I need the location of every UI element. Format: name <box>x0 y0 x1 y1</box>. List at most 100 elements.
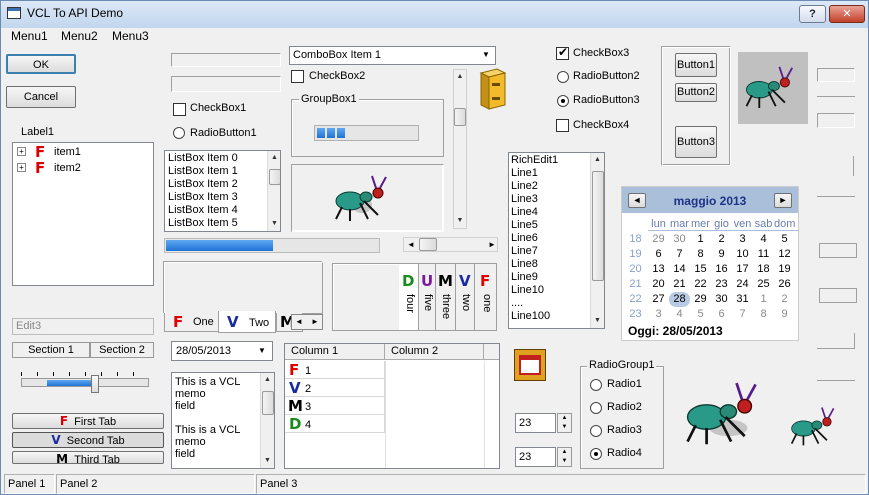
list-item[interactable]: ListBox Item 5 <box>165 217 267 230</box>
calendar-day[interactable]: 31 <box>732 292 753 307</box>
calendar-day[interactable]: 4 <box>669 307 690 322</box>
list-item[interactable]: ListBox Item 4 <box>165 204 267 217</box>
radiogroup-radio4[interactable] <box>590 448 602 460</box>
list-item[interactable]: ListBox Item 1 <box>165 165 267 178</box>
edit3-field[interactable]: Edit3 <box>12 318 154 335</box>
calendar-day[interactable]: 24 <box>732 277 753 292</box>
trackbar-thumb[interactable] <box>91 375 99 393</box>
side-tab-four[interactable]: D four <box>399 263 419 331</box>
scroll-left-icon[interactable] <box>407 238 415 251</box>
listbox[interactable]: ListBox Item 0 ListBox Item 1 ListBox It… <box>164 150 281 232</box>
calendar-day[interactable]: 10 <box>732 247 753 262</box>
checkbox2[interactable] <box>291 70 304 83</box>
calendar-day[interactable]: 29 <box>648 232 669 247</box>
calendar-day[interactable]: 6 <box>648 247 669 262</box>
calendar-day[interactable]: 5 <box>774 232 795 247</box>
button3[interactable]: Button3 <box>675 126 717 158</box>
scroll-down-icon[interactable] <box>454 214 466 228</box>
calendar-day[interactable]: 11 <box>753 247 774 262</box>
menu-item-1[interactable]: Menu1 <box>6 29 53 43</box>
help-button[interactable]: ? <box>799 5 826 23</box>
scroll-down-icon[interactable] <box>261 454 274 468</box>
richedit[interactable]: RichEdit1 Line1 Line2 Line3 Line4 Line5 … <box>508 152 605 329</box>
title-bar[interactable]: VCL To API Demo ? ✕ <box>1 1 868 28</box>
date-picker[interactable]: 28/05/2013 <box>171 341 273 361</box>
calendar-day[interactable]: 13 <box>648 262 669 277</box>
calendar-day[interactable]: 3 <box>732 232 753 247</box>
calendar-day[interactable]: 2 <box>774 292 795 307</box>
calendar-day[interactable]: 16 <box>711 262 732 277</box>
header-section-2[interactable]: Section 2 <box>90 342 154 358</box>
table-row[interactable]: M 3 <box>285 397 385 415</box>
calendar-day[interactable]: 8 <box>753 307 774 322</box>
scroll-up-icon[interactable] <box>591 153 604 167</box>
scroll-right-icon[interactable] <box>488 238 496 251</box>
chevron-down-icon[interactable] <box>482 50 490 59</box>
grid-column-header[interactable]: Column 1 <box>285 344 385 360</box>
first-tab-button[interactable]: F First Tab <box>12 413 164 429</box>
calendar-day[interactable]: 20 <box>648 277 669 292</box>
calendar-day[interactable]: 5 <box>690 307 711 322</box>
scroll-thumb[interactable] <box>262 391 274 415</box>
spin-down-icon[interactable] <box>558 423 571 432</box>
tree-view[interactable]: + F item1 + F item2 <box>12 142 154 286</box>
calendar-day[interactable]: 4 <box>753 232 774 247</box>
trackbar[interactable] <box>17 369 157 399</box>
tab-scroll-left-icon[interactable] <box>295 315 303 329</box>
calendar-day[interactable]: 9 <box>711 247 732 262</box>
calendar-day[interactable]: 3 <box>648 307 669 322</box>
list-item[interactable]: ListBox Item 3 <box>165 191 267 204</box>
radiogroup-radio1[interactable] <box>590 379 602 391</box>
menu-item-2[interactable]: Menu2 <box>56 29 103 43</box>
tab-one[interactable]: F One <box>164 313 219 332</box>
checkbox4[interactable] <box>556 119 569 132</box>
calendar-day[interactable]: 18 <box>753 262 774 277</box>
calendar-day[interactable]: 19 <box>774 262 795 277</box>
side-tab-three[interactable]: M three <box>436 263 456 331</box>
scroll-up-icon[interactable] <box>261 373 274 387</box>
calendar-day[interactable]: 7 <box>732 307 753 322</box>
calendar-day[interactable]: 6 <box>711 307 732 322</box>
third-tab-button[interactable]: M Third Tab <box>12 451 164 464</box>
vertical-scrollbar[interactable] <box>453 69 467 229</box>
calendar-day[interactable]: 17 <box>732 262 753 277</box>
radiogroup-radio3[interactable] <box>590 425 602 437</box>
calendar-day[interactable]: 30 <box>711 292 732 307</box>
calendar-day[interactable]: 21 <box>669 277 690 292</box>
grid-column-header[interactable]: Column 2 <box>385 344 484 360</box>
scroll-up-icon[interactable] <box>454 70 466 84</box>
scroll-up-icon[interactable] <box>268 151 280 165</box>
side-tab-five[interactable]: U five <box>419 263 436 331</box>
second-tab-button[interactable]: V Second Tab <box>12 432 164 448</box>
cancel-button[interactable]: Cancel <box>6 86 76 108</box>
scroll-thumb[interactable] <box>592 171 604 281</box>
calendar-day[interactable]: 2 <box>711 232 732 247</box>
calendar-day[interactable]: 25 <box>753 277 774 292</box>
table-row[interactable]: V 2 <box>285 379 385 397</box>
string-grid[interactable]: Column 1 Column 2 F 1 V 2 M 3 D 4 <box>284 343 500 469</box>
tab-scroll-right-icon[interactable] <box>311 315 319 329</box>
tree-item-1[interactable]: item1 <box>54 146 81 158</box>
spin-edit-1[interactable]: 23 <box>515 413 556 433</box>
button2[interactable]: Button2 <box>675 83 717 102</box>
checkbox3[interactable]: ✔ <box>556 45 569 60</box>
tree-item-2[interactable]: item2 <box>54 162 81 174</box>
calendar-title[interactable]: maggio 2013 <box>622 194 798 208</box>
spin-buttons[interactable] <box>557 447 572 467</box>
calendar-today-label[interactable]: Oggi: 28/05/2013 <box>628 324 723 338</box>
richedit-scrollbar[interactable] <box>590 153 604 328</box>
expand-icon[interactable]: + <box>17 147 26 156</box>
calendar-day[interactable]: 14 <box>669 262 690 277</box>
expand-icon[interactable]: + <box>17 163 26 172</box>
calendar-day[interactable]: 9 <box>774 307 795 322</box>
calendar-day[interactable]: 29 <box>690 292 711 307</box>
calendar-day[interactable]: 27 <box>648 292 669 307</box>
scroll-thumb[interactable] <box>454 108 466 126</box>
scroll-thumb[interactable] <box>419 238 437 251</box>
menu-item-3[interactable]: Menu3 <box>107 29 154 43</box>
close-button[interactable]: ✕ <box>829 5 865 23</box>
calendar-day[interactable]: 1 <box>753 292 774 307</box>
scroll-down-icon[interactable] <box>591 314 604 328</box>
calendar-day[interactable]: 8 <box>690 247 711 262</box>
spin-buttons[interactable] <box>557 413 572 433</box>
